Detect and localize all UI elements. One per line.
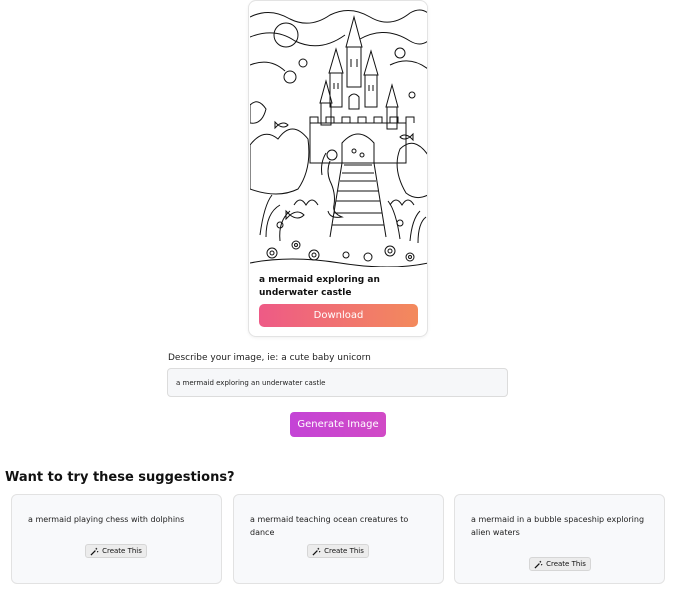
suggestion-text: a mermaid playing chess with dolphins bbox=[28, 515, 185, 524]
suggestions-heading: Want to try these suggestions? bbox=[5, 470, 235, 485]
prompt-label: Describe your image, ie: a cute baby uni… bbox=[168, 353, 371, 363]
suggestion-card: a mermaid in a bubble spaceship explorin… bbox=[454, 494, 665, 584]
coloring-page-image bbox=[250, 5, 427, 267]
magic-wand-icon bbox=[534, 560, 543, 569]
download-button[interactable]: Download bbox=[259, 304, 418, 327]
magic-wand-icon bbox=[312, 547, 321, 556]
prompt-input[interactable] bbox=[167, 368, 508, 397]
suggestion-text: a mermaid teaching ocean creatures to da… bbox=[250, 515, 409, 537]
create-this-button[interactable]: Create This bbox=[85, 544, 147, 558]
create-this-label: Create This bbox=[546, 560, 586, 568]
generate-image-button[interactable]: Generate Image bbox=[290, 412, 386, 437]
create-this-button[interactable]: Create This bbox=[529, 557, 591, 571]
suggestion-text: a mermaid in a bubble spaceship explorin… bbox=[471, 515, 645, 537]
create-this-label: Create This bbox=[324, 547, 364, 555]
magic-wand-icon bbox=[90, 547, 99, 556]
create-this-label: Create This bbox=[102, 547, 142, 555]
result-caption: a mermaid exploring an underwater castle bbox=[259, 275, 380, 298]
suggestion-card: a mermaid teaching ocean creatures to da… bbox=[233, 494, 444, 584]
result-card: a mermaid exploring an underwater castle… bbox=[248, 0, 428, 337]
page: a mermaid exploring an underwater castle… bbox=[0, 0, 673, 600]
create-this-button[interactable]: Create This bbox=[307, 544, 369, 558]
suggestion-card: a mermaid playing chess with dolphins Cr… bbox=[11, 494, 222, 584]
